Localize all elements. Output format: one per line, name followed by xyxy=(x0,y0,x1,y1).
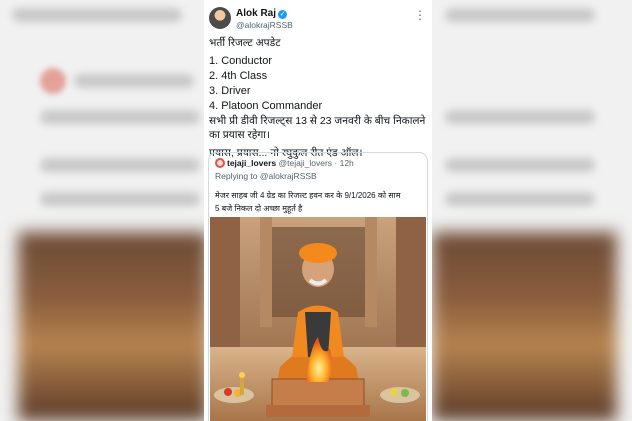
pillar-right xyxy=(396,217,426,357)
reply-to-label[interactable]: Replying to @alokrajRSSB xyxy=(215,171,317,181)
blurred-header-text xyxy=(12,8,182,22)
blurred-avatar xyxy=(40,68,66,94)
pillar-left xyxy=(210,217,240,357)
blurred-photo-left xyxy=(18,232,208,421)
fruit xyxy=(401,389,409,397)
havan-kund xyxy=(271,378,365,410)
offering-plate-left xyxy=(214,387,254,403)
blurred-line xyxy=(445,8,595,22)
tweet-line: 3. Driver xyxy=(209,84,251,97)
tweet-header: Alok Raj ✓ @alokrajRSSB ⋮ xyxy=(209,7,427,31)
lamp-flame xyxy=(239,372,245,378)
quoted-text: मेजर साहब जी 4 ग्रेड का रिजल्ट हवन कर के… xyxy=(215,189,423,215)
havan-base xyxy=(266,405,370,417)
blurred-line xyxy=(40,158,200,172)
author-avatar[interactable] xyxy=(209,7,231,29)
verified-badge-icon: ✓ xyxy=(278,10,288,19)
turban-band xyxy=(299,243,337,263)
blurred-line xyxy=(40,110,200,124)
blurred-line xyxy=(445,192,595,206)
author-name-text[interactable]: Alok Raj xyxy=(236,8,276,19)
tweet-line: भर्ती रिजल्ट अपडेट xyxy=(209,37,281,49)
tweet-line: 2. 4th Class xyxy=(209,69,268,82)
pillar xyxy=(260,217,272,327)
fruit xyxy=(390,388,398,396)
tweet-line: का प्रयास रहेगा। xyxy=(209,129,270,141)
quoted-tweet[interactable]: tejaji_lovers @tejaji_lovers · 12h Reply… xyxy=(208,152,428,421)
tweet-line: सभी प्री डीवी रिजल्ट्स 13 से 23 जनवरी के… xyxy=(209,114,426,127)
lamp-stand xyxy=(240,377,244,395)
quoted-time[interactable]: · 12h xyxy=(334,158,353,168)
tweet-text: भर्ती रिजल्ट अपडेट 1. Conductor 2. 4th C… xyxy=(209,36,431,160)
blurred-line xyxy=(40,192,200,206)
author-handle[interactable]: @alokrajRSSB xyxy=(236,20,293,30)
quoted-text-line: मेजर साहब जी 4 ग्रेड का रिजल्ट हवन कर के… xyxy=(215,191,401,200)
fruit xyxy=(224,388,232,396)
blurred-line xyxy=(445,158,595,172)
more-options-icon[interactable]: ⋮ xyxy=(414,9,426,21)
tweet-line: 4. Platoon Commander xyxy=(209,99,323,112)
offering-plate-right xyxy=(380,387,420,403)
quoted-avatar[interactable] xyxy=(215,158,225,168)
tweet-line: 1. Conductor xyxy=(209,54,272,67)
blurred-line xyxy=(445,110,595,124)
quoted-author-handle[interactable]: @tejaji_lovers xyxy=(279,158,333,168)
quoted-header: tejaji_lovers @tejaji_lovers · 12h xyxy=(215,158,354,168)
author-name[interactable]: Alok Raj ✓ xyxy=(236,8,288,19)
blurred-photo-right xyxy=(432,232,617,421)
quoted-author-name[interactable]: tejaji_lovers xyxy=(227,158,276,168)
tweet-card[interactable]: Alok Raj ✓ @alokrajRSSB ⋮ भर्ती रिजल्ट अप… xyxy=(204,0,432,421)
havan-photo[interactable] xyxy=(210,217,426,421)
pillar xyxy=(365,217,377,327)
quoted-text-line: 5 बजे निकल दो अच्छा मुहूर्त है xyxy=(215,204,303,213)
blurred-name-text xyxy=(74,74,194,88)
